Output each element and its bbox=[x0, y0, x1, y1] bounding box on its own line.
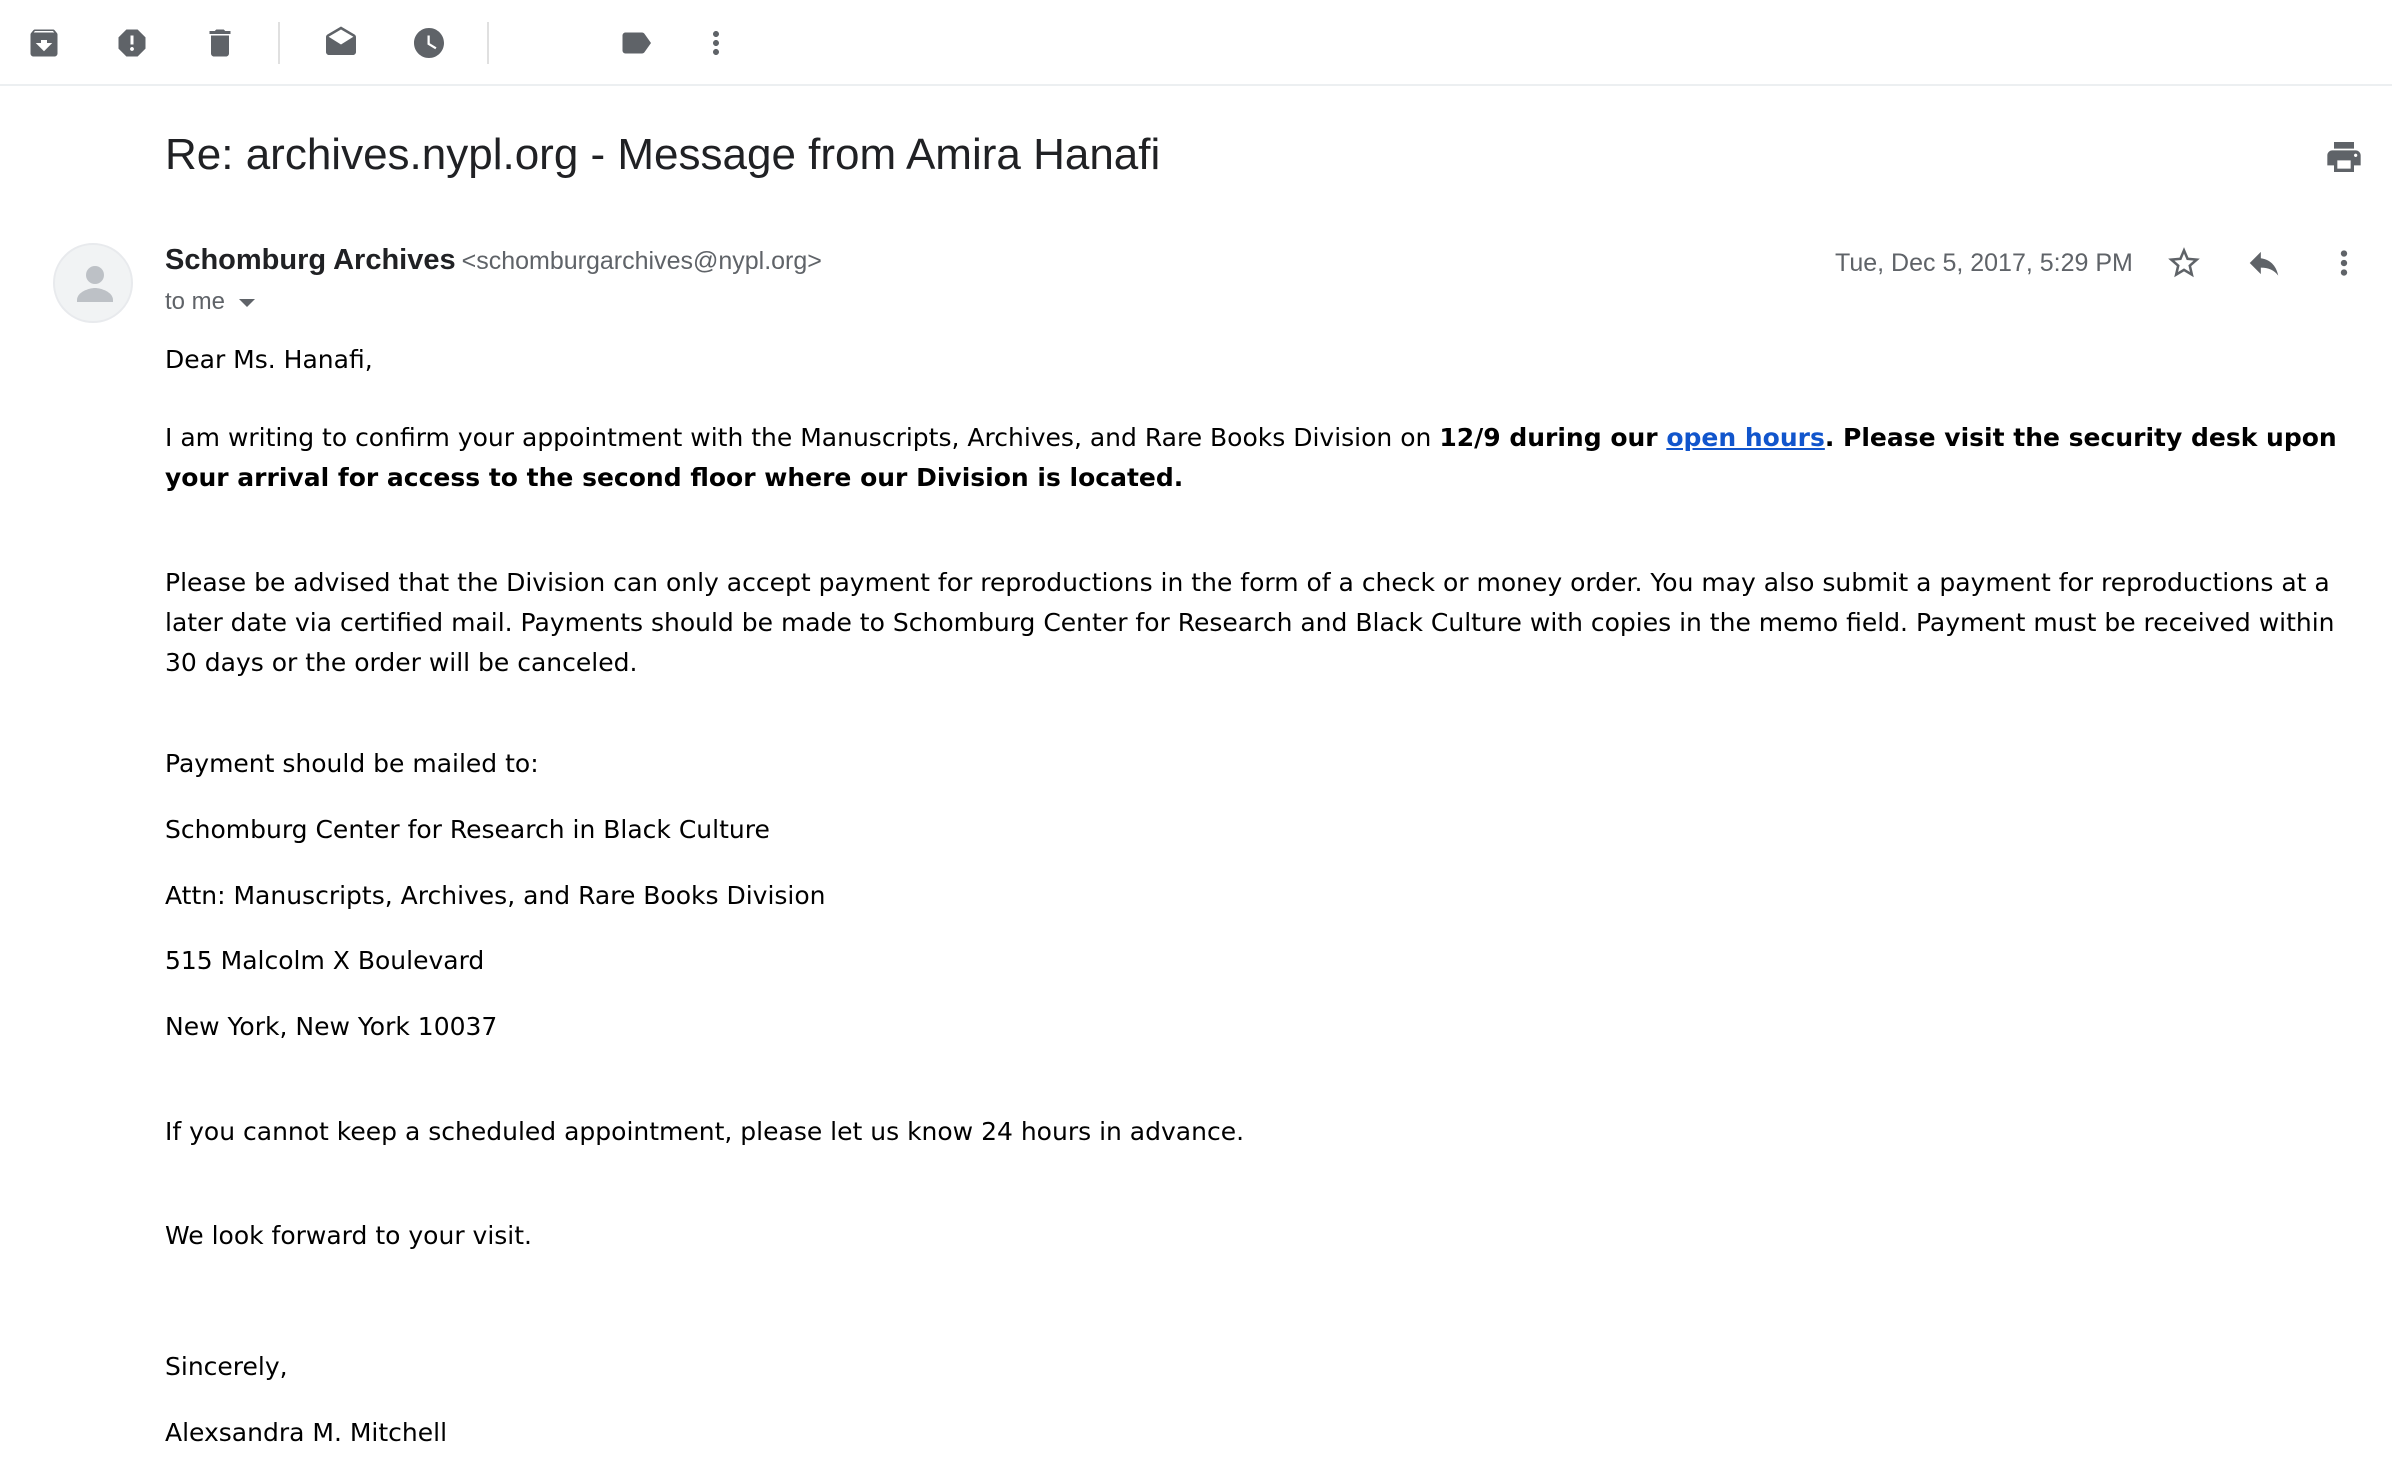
person-icon bbox=[77, 266, 113, 302]
address-line: 515 Malcolm X Boulevard bbox=[165, 946, 485, 975]
payment-paragraph: Please be advised that the Division can … bbox=[165, 568, 2335, 677]
confirmation-text: I am writing to confirm your appointment… bbox=[165, 423, 1440, 452]
sender-name[interactable]: Schomburg Archives bbox=[165, 244, 456, 276]
greeting: Dear Ms. Hanafi, bbox=[165, 345, 373, 374]
open-hours-link[interactable]: open hours bbox=[1666, 423, 1825, 452]
more-vert-icon bbox=[713, 31, 719, 55]
print-button[interactable] bbox=[2317, 130, 2371, 184]
address-line: New York, New York 10037 bbox=[165, 1012, 498, 1041]
reply-icon bbox=[2249, 251, 2279, 276]
snooze-button[interactable] bbox=[402, 16, 456, 70]
toolbar-divider bbox=[487, 22, 489, 64]
sender-avatar[interactable] bbox=[53, 243, 133, 323]
sign-off: Sincerely, bbox=[165, 1352, 288, 1381]
more-options-button[interactable] bbox=[689, 16, 743, 70]
address-line: Schomburg Center for Research in Black C… bbox=[165, 815, 770, 844]
email-date: Tue, Dec 5, 2017, 5:29 PM bbox=[1835, 249, 2133, 277]
trash-icon bbox=[209, 29, 231, 57]
recipient-label: to me bbox=[165, 288, 226, 315]
delete-button[interactable] bbox=[193, 16, 247, 70]
more-vert-icon bbox=[2340, 250, 2348, 276]
toolbar-divider bbox=[278, 22, 280, 64]
mark-unread-button[interactable] bbox=[314, 16, 368, 70]
chevron-down-icon bbox=[239, 299, 256, 307]
labels-button[interactable] bbox=[609, 16, 663, 70]
star-button[interactable] bbox=[2157, 236, 2211, 290]
address-line: Attn: Manuscripts, Archives, and Rare Bo… bbox=[165, 881, 826, 910]
report-spam-icon bbox=[118, 29, 146, 57]
confirmation-date-bold: 12/9 during our bbox=[1439, 423, 1667, 452]
signature: Alexsandra M. Mitchell bbox=[165, 1418, 448, 1447]
print-icon bbox=[2327, 142, 2361, 172]
clock-icon bbox=[414, 28, 444, 58]
email-toolbar bbox=[0, 0, 2392, 86]
mail-intro: Payment should be mailed to: bbox=[165, 749, 539, 778]
recipient-details-toggle[interactable]: to me bbox=[165, 288, 256, 316]
cancellation-paragraph: If you cannot keep a scheduled appointme… bbox=[165, 1117, 1245, 1146]
report-spam-button[interactable] bbox=[105, 16, 159, 70]
closing-paragraph: We look forward to your visit. bbox=[165, 1221, 533, 1250]
confirmation-paragraph: I am writing to confirm your appointment… bbox=[165, 418, 2365, 498]
archive-button[interactable] bbox=[17, 16, 71, 70]
email-subject: Re: archives.nypl.org - Message from Ami… bbox=[165, 130, 1161, 179]
archive-icon bbox=[30, 29, 58, 57]
reply-button[interactable] bbox=[2237, 236, 2291, 290]
label-icon bbox=[622, 32, 651, 54]
star-outline-icon bbox=[2168, 247, 2200, 278]
sender-info: Schomburg Archives <schomburgarchives@nyp… bbox=[165, 244, 822, 277]
sender-email: <schomburgarchives@nypl.org> bbox=[461, 247, 822, 275]
message-more-button[interactable] bbox=[2317, 236, 2371, 290]
mark-unread-icon bbox=[326, 26, 356, 55]
